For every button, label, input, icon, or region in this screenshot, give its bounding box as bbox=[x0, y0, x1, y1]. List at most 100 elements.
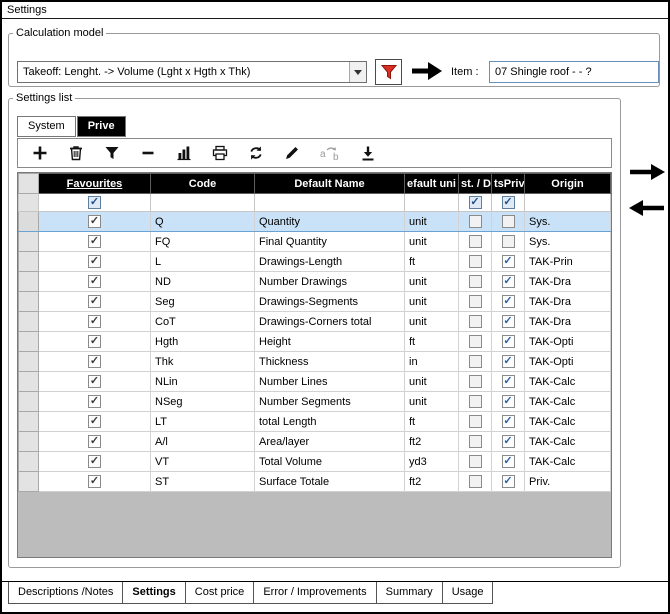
model-filter-button[interactable] bbox=[375, 59, 402, 85]
column-header-est-def[interactable]: st. / Def bbox=[459, 174, 492, 194]
est-def-checkbox[interactable] bbox=[469, 295, 482, 308]
est-def-checkbox[interactable] bbox=[469, 275, 482, 288]
est-def-checkbox[interactable] bbox=[469, 315, 482, 328]
row-selector[interactable] bbox=[19, 312, 39, 332]
favourite-checkbox[interactable] bbox=[88, 215, 101, 228]
favourite-checkbox[interactable] bbox=[88, 435, 101, 448]
row-selector[interactable] bbox=[19, 212, 39, 232]
favourite-checkbox[interactable] bbox=[88, 295, 101, 308]
favourite-checkbox[interactable] bbox=[88, 395, 101, 408]
row-selector[interactable] bbox=[19, 252, 39, 272]
favourite-checkbox[interactable] bbox=[88, 335, 101, 348]
is-private-select-all-checkbox[interactable] bbox=[502, 196, 515, 209]
is-private-checkbox[interactable] bbox=[502, 375, 515, 388]
table-row[interactable]: Hgth Height ft TAK-Opti bbox=[19, 332, 611, 352]
table-row[interactable]: ND Number Drawings unit TAK-Dra bbox=[19, 272, 611, 292]
column-header-default-name[interactable]: Default Name bbox=[255, 174, 405, 194]
favourite-checkbox[interactable] bbox=[88, 475, 101, 488]
is-private-checkbox[interactable] bbox=[502, 255, 515, 268]
table-row[interactable]: FQ Final Quantity unit Sys. bbox=[19, 232, 611, 252]
row-selector[interactable] bbox=[19, 292, 39, 312]
is-private-checkbox[interactable] bbox=[502, 395, 515, 408]
table-row[interactable]: Thk Thickness in TAK-Opti bbox=[19, 352, 611, 372]
table-row[interactable]: Q Quantity unit Sys. bbox=[19, 212, 611, 232]
print-button[interactable] bbox=[210, 143, 230, 163]
is-private-checkbox[interactable] bbox=[502, 235, 515, 248]
row-selector[interactable] bbox=[19, 232, 39, 252]
favourite-checkbox[interactable] bbox=[88, 235, 101, 248]
est-def-select-all-checkbox[interactable] bbox=[469, 196, 482, 209]
table-row[interactable]: NLin Number Lines unit TAK-Calc bbox=[19, 372, 611, 392]
table-row[interactable]: NSeg Number Segments unit TAK-Calc bbox=[19, 392, 611, 412]
favourites-select-all-checkbox[interactable] bbox=[88, 196, 101, 209]
is-private-checkbox[interactable] bbox=[502, 435, 515, 448]
table-row[interactable]: VT Total Volume yd3 TAK-Calc bbox=[19, 452, 611, 472]
refresh-button[interactable] bbox=[246, 143, 266, 163]
est-def-checkbox[interactable] bbox=[469, 215, 482, 228]
row-selector[interactable] bbox=[19, 472, 39, 492]
is-private-checkbox[interactable] bbox=[502, 315, 515, 328]
favourite-checkbox[interactable] bbox=[88, 375, 101, 388]
tab-cost-price[interactable]: Cost price bbox=[185, 582, 255, 604]
est-def-checkbox[interactable] bbox=[469, 455, 482, 468]
filter-button[interactable] bbox=[102, 143, 122, 163]
chart-button[interactable] bbox=[174, 143, 194, 163]
row-selector[interactable] bbox=[19, 332, 39, 352]
favourite-checkbox[interactable] bbox=[88, 355, 101, 368]
is-private-checkbox[interactable] bbox=[502, 335, 515, 348]
item-field[interactable]: 07 Shingle roof - - ? bbox=[489, 61, 659, 83]
move-left-icon[interactable] bbox=[627, 198, 667, 218]
is-private-checkbox[interactable] bbox=[502, 275, 515, 288]
column-header-code[interactable]: Code bbox=[151, 174, 255, 194]
tab-prive[interactable]: Prive bbox=[77, 116, 126, 137]
est-def-checkbox[interactable] bbox=[469, 235, 482, 248]
column-header-is-private[interactable]: tsPrivate bbox=[492, 174, 525, 194]
est-def-checkbox[interactable] bbox=[469, 475, 482, 488]
est-def-checkbox[interactable] bbox=[469, 355, 482, 368]
table-row[interactable]: LT total Length ft TAK-Calc bbox=[19, 412, 611, 432]
is-private-checkbox[interactable] bbox=[502, 475, 515, 488]
move-right-icon[interactable] bbox=[627, 162, 667, 182]
is-private-checkbox[interactable] bbox=[502, 355, 515, 368]
row-selector[interactable] bbox=[19, 432, 39, 452]
is-private-checkbox[interactable] bbox=[502, 415, 515, 428]
tab-usage[interactable]: Usage bbox=[442, 582, 494, 604]
column-header-favourites[interactable]: Favourites bbox=[39, 174, 151, 194]
row-selector[interactable] bbox=[19, 352, 39, 372]
row-selector[interactable] bbox=[19, 452, 39, 472]
rename-button[interactable]: a b bbox=[318, 143, 342, 163]
tab-error-improvements[interactable]: Error / Improvements bbox=[253, 582, 376, 604]
est-def-checkbox[interactable] bbox=[469, 435, 482, 448]
table-row[interactable]: Seg Drawings-Segments unit TAK-Dra bbox=[19, 292, 611, 312]
column-header-origin[interactable]: Origin bbox=[525, 174, 611, 194]
calculation-model-select[interactable]: Takeoff: Lenght. -> Volume (Lght x Hgth … bbox=[17, 61, 367, 83]
row-selector[interactable] bbox=[19, 412, 39, 432]
table-row[interactable]: A/l Area/layer ft2 TAK-Calc bbox=[19, 432, 611, 452]
est-def-checkbox[interactable] bbox=[469, 375, 482, 388]
est-def-checkbox[interactable] bbox=[469, 335, 482, 348]
est-def-checkbox[interactable] bbox=[469, 255, 482, 268]
export-button[interactable] bbox=[358, 143, 378, 163]
is-private-checkbox[interactable] bbox=[502, 295, 515, 308]
favourite-checkbox[interactable] bbox=[88, 315, 101, 328]
table-row[interactable]: L Drawings-Length ft TAK-Prin bbox=[19, 252, 611, 272]
est-def-checkbox[interactable] bbox=[469, 395, 482, 408]
table-row[interactable]: CoT Drawings-Corners total unit TAK-Dra bbox=[19, 312, 611, 332]
is-private-checkbox[interactable] bbox=[502, 215, 515, 228]
favourite-checkbox[interactable] bbox=[88, 415, 101, 428]
tab-descriptions-notes[interactable]: Descriptions /Notes bbox=[8, 582, 123, 604]
row-selector[interactable] bbox=[19, 272, 39, 292]
add-button[interactable] bbox=[30, 143, 50, 163]
favourite-checkbox[interactable] bbox=[88, 255, 101, 268]
est-def-checkbox[interactable] bbox=[469, 415, 482, 428]
row-selector[interactable] bbox=[19, 372, 39, 392]
chevron-down-icon[interactable] bbox=[349, 62, 366, 82]
tab-summary[interactable]: Summary bbox=[376, 582, 443, 604]
table-row[interactable]: ST Surface Totale ft2 Priv. bbox=[19, 472, 611, 492]
tab-settings[interactable]: Settings bbox=[122, 582, 185, 604]
favourite-checkbox[interactable] bbox=[88, 455, 101, 468]
tab-system[interactable]: System bbox=[17, 116, 76, 137]
favourite-checkbox[interactable] bbox=[88, 275, 101, 288]
is-private-checkbox[interactable] bbox=[502, 455, 515, 468]
column-header-default-unit[interactable]: efault uni bbox=[405, 174, 459, 194]
